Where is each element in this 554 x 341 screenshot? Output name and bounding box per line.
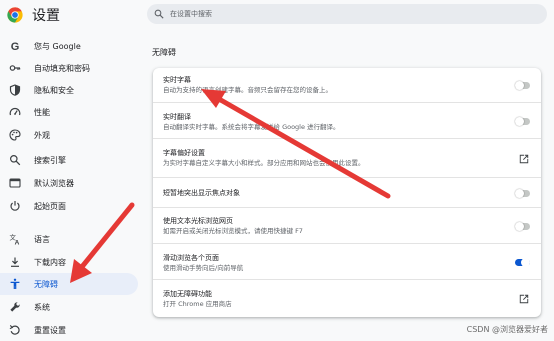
live-translate-toggle[interactable] — [515, 117, 530, 126]
setting-subtitle: 打开 Chrome 应用商店 — [163, 300, 232, 308]
search-icon — [9, 154, 21, 166]
setting-row-live-caption[interactable]: 实时字幕 自动为支持的语言创建字幕。音频只会留存在您的设备上。 — [153, 68, 541, 102]
setting-texts: 使用文本光标浏览网页 如需开启或关闭光标浏览模式，请使用快捷键 F7 — [163, 216, 303, 236]
speedometer-icon — [9, 106, 21, 118]
sidebar-item-system[interactable]: 系统 — [0, 296, 138, 318]
sidebar-item-label: 起始页面 — [34, 201, 66, 211]
google-icon: G — [9, 40, 21, 52]
setting-title: 滑动浏览各个页面 — [163, 254, 219, 262]
accessibility-icon — [9, 278, 21, 290]
search-icon — [154, 9, 164, 19]
svg-text:A: A — [15, 239, 20, 245]
setting-title: 实时翻译 — [163, 113, 191, 121]
setting-row-caption-preferences[interactable]: 字幕偏好设置 为实时字幕自定义字幕大小和样式。部分应用和网站也会使用此设置。 — [153, 138, 541, 177]
search-input[interactable] — [168, 9, 532, 19]
setting-row-swipe-navigation[interactable]: 滑动浏览各个页面 使用滑动手势向后/向前导航 — [153, 243, 541, 279]
wrench-icon — [9, 301, 21, 313]
setting-row-focus-highlight[interactable]: 短暂地突出显示焦点对象 — [153, 177, 541, 207]
accessibility-settings-card: 实时字幕 自动为支持的语言创建字幕。音频只会留存在您的设备上。 实时翻译 自动翻… — [153, 68, 541, 317]
translate-icon: 文A — [9, 233, 21, 245]
setting-row-add-accessibility-features[interactable]: 添加无障碍功能 打开 Chrome 应用商店 — [153, 279, 541, 317]
sidebar-item-performance[interactable]: 性能 — [0, 101, 138, 123]
chrome-logo-icon — [7, 7, 23, 23]
setting-row-caret-browsing[interactable]: 使用文本光标浏览网页 如需开启或关闭光标浏览模式，请使用快捷键 F7 — [153, 207, 541, 243]
sidebar-item-default-browser[interactable]: 默认浏览器 — [0, 172, 138, 194]
sidebar-item-label: 搜索引擎 — [34, 155, 66, 165]
setting-texts: 实时翻译 自动翻译实时字幕。系统会将字幕发送给 Google 进行翻译。 — [163, 112, 340, 132]
setting-title: 字幕偏好设置 — [163, 149, 205, 157]
shield-icon — [9, 84, 21, 96]
sidebar-item-label: 下载内容 — [34, 257, 66, 267]
focus-highlight-toggle[interactable] — [515, 189, 530, 198]
setting-texts: 实时字幕 自动为支持的语言创建字幕。音频只会留存在您的设备上。 — [163, 75, 332, 95]
swipe-navigation-toggle[interactable] — [515, 258, 530, 267]
download-icon — [9, 256, 21, 268]
setting-subtitle: 自动为支持的语言创建字幕。音频只会留存在您的设备上。 — [163, 86, 332, 94]
setting-title: 短暂地突出显示焦点对象 — [163, 189, 240, 197]
sidebar-item-autofill[interactable]: 自动填充和密码 — [0, 57, 138, 79]
setting-texts: 滑动浏览各个页面 使用滑动手势向后/向前导航 — [163, 253, 243, 273]
sidebar-item-on-startup[interactable]: 起始页面 — [0, 195, 138, 217]
sidebar-item-label: 无障碍 — [34, 279, 58, 289]
svg-text:G: G — [11, 41, 20, 52]
sidebar-item-label: 性能 — [34, 107, 50, 117]
settings-header: 设置 — [7, 4, 60, 26]
sidebar-item-label: 隐私和安全 — [34, 85, 74, 95]
setting-subtitle: 如需开启或关闭光标浏览模式，请使用快捷键 F7 — [163, 227, 303, 235]
sidebar-item-downloads[interactable]: 下载内容 — [0, 251, 138, 273]
sidebar-item-languages[interactable]: 文A 语言 — [0, 228, 138, 250]
setting-subtitle: 自动翻译实时字幕。系统会将字幕发送给 Google 进行翻译。 — [163, 123, 340, 131]
palette-icon — [9, 129, 21, 141]
setting-texts: 短暂地突出显示焦点对象 — [163, 188, 240, 198]
setting-title: 添加无障碍功能 — [163, 290, 212, 298]
sidebar-item-you-and-google[interactable]: G 您与 Google — [0, 35, 138, 57]
setting-subtitle: 为实时字幕自定义字幕大小和样式。部分应用和网站也会使用此设置。 — [163, 159, 365, 167]
sidebar-item-label: 您与 Google — [34, 41, 81, 51]
sidebar-item-reset-settings[interactable]: 重置设置 — [0, 319, 138, 341]
sidebar-item-label: 默认浏览器 — [34, 178, 74, 188]
sidebar-item-label: 外观 — [34, 130, 50, 140]
watermark: CSDN @浏览器爱好者 — [466, 325, 548, 334]
sidebar-item-label: 重置设置 — [34, 325, 66, 335]
sidebar-item-search-engine[interactable]: 搜索引擎 — [0, 149, 138, 171]
setting-row-live-translate[interactable]: 实时翻译 自动翻译实时字幕。系统会将字幕发送给 Google 进行翻译。 — [153, 102, 541, 138]
setting-title: 实时字幕 — [163, 76, 191, 84]
caret-browsing-toggle[interactable] — [515, 222, 530, 231]
live-caption-toggle[interactable] — [515, 81, 530, 90]
page-title: 设置 — [32, 8, 60, 24]
sidebar-item-label: 语言 — [34, 234, 50, 244]
setting-title: 使用文本光标浏览网页 — [163, 217, 233, 225]
setting-texts: 字幕偏好设置 为实时字幕自定义字幕大小和样式。部分应用和网站也会使用此设置。 — [163, 148, 365, 168]
sidebar-item-appearance[interactable]: 外观 — [0, 124, 138, 146]
power-icon — [9, 200, 21, 212]
external-link-icon[interactable] — [519, 154, 529, 164]
sidebar-item-label: 系统 — [34, 302, 50, 312]
key-icon — [9, 62, 21, 74]
section-title: 无障碍 — [152, 48, 176, 57]
setting-subtitle: 使用滑动手势向后/向前导航 — [163, 264, 244, 272]
sidebar: 设置 G 您与 Google 自动填充和密码 隐私和安全 性能 外观 搜索引擎 … — [0, 0, 146, 339]
reset-icon — [9, 324, 21, 336]
sidebar-item-label: 自动填充和密码 — [34, 63, 90, 73]
setting-texts: 添加无障碍功能 打开 Chrome 应用商店 — [163, 289, 232, 309]
browser-icon — [9, 177, 21, 189]
sidebar-item-privacy[interactable]: 隐私和安全 — [0, 79, 138, 101]
sidebar-item-accessibility[interactable]: 无障碍 — [0, 273, 138, 295]
external-link-icon[interactable] — [519, 294, 529, 304]
search-bar[interactable] — [147, 4, 547, 24]
